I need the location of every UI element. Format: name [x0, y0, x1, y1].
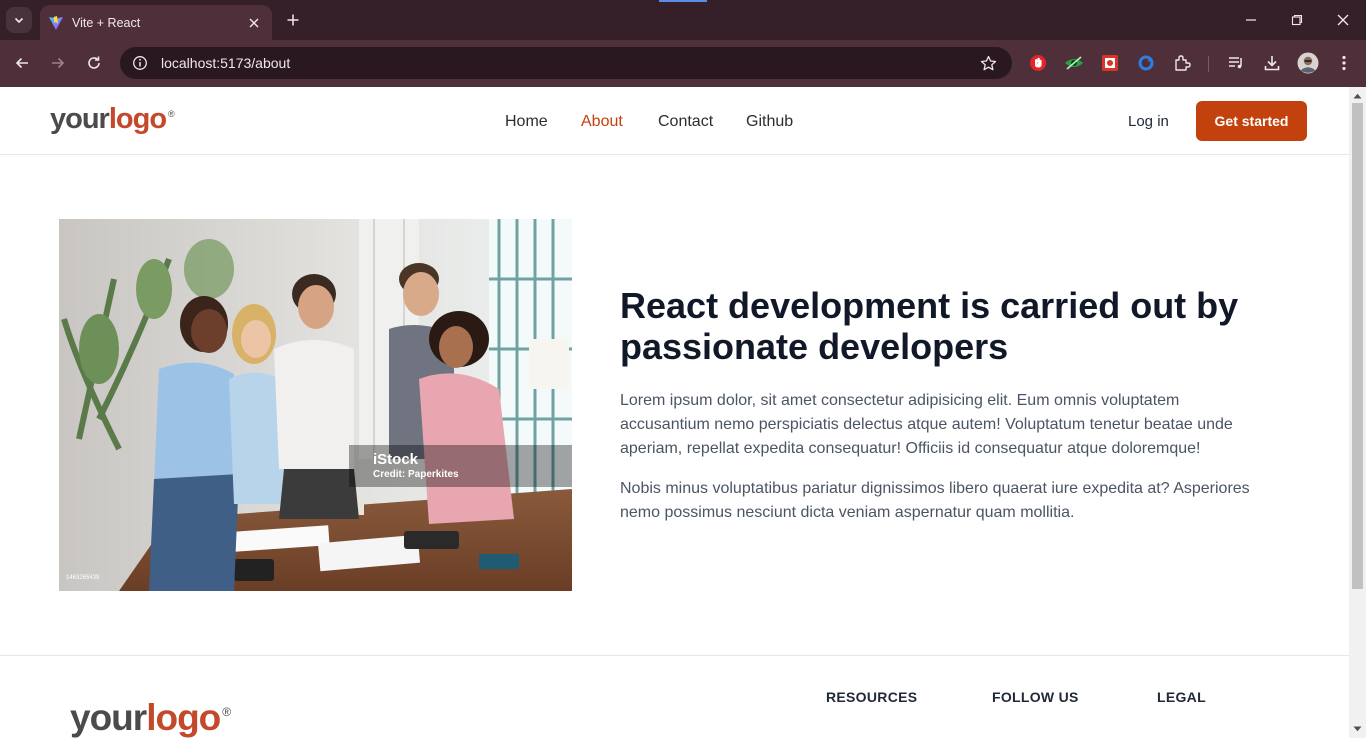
url-text[interactable]: localhost:5173/about [161, 55, 976, 71]
more-menu-icon[interactable] [1332, 51, 1356, 75]
site-info-icon[interactable] [132, 55, 148, 71]
footer-heading-legal: LEGAL [1157, 689, 1206, 705]
close-tab-icon[interactable] [246, 15, 262, 31]
logo-word-logo: logo [108, 103, 167, 135]
site-header: your logo ® Home About Contact Github Log … [0, 87, 1349, 155]
nav-contact[interactable]: Contact [658, 113, 713, 131]
scroll-down-arrow-icon[interactable] [1353, 724, 1362, 733]
logo-registered-mark: ® [168, 109, 175, 119]
media-queue-icon[interactable] [1224, 51, 1248, 75]
nav-github[interactable]: Github [746, 113, 793, 131]
browser-toolbar: localhost:5173/about [0, 40, 1366, 87]
about-paragraph-1: Lorem ipsum dolor, sit amet consectetur … [620, 392, 1233, 457]
sync-extension-icon[interactable] [1134, 51, 1158, 75]
restore-icon[interactable] [1285, 8, 1309, 32]
image-watermark: iStock [373, 451, 419, 468]
back-arrow-icon[interactable] [10, 51, 34, 75]
toolbar-separator [1208, 56, 1209, 72]
profile-avatar-icon[interactable] [1296, 51, 1320, 75]
logo-registered-mark: ® [222, 705, 232, 719]
vite-favicon-icon [49, 15, 63, 30]
tab-title: Vite + React [72, 15, 141, 30]
chevron-down-icon [14, 17, 24, 24]
header-logo[interactable]: your logo ® [50, 103, 175, 136]
minimize-icon[interactable] [1239, 8, 1263, 32]
extensions-puzzle-icon[interactable] [1170, 51, 1194, 75]
image-credit: Credit: Paperkites [373, 469, 459, 480]
scrollbar-thumb[interactable] [1352, 103, 1363, 589]
footer-heading-resources: RESOURCES [826, 689, 918, 705]
screenshot-extension-icon[interactable] [1098, 51, 1122, 75]
page-scrollbar[interactable] [1349, 87, 1366, 738]
logo-word-logo: logo [146, 697, 221, 738]
browser-tab[interactable]: Vite + React [40, 5, 272, 40]
get-started-button[interactable]: Get started [1196, 101, 1307, 141]
image-id: 1463265439 [66, 575, 100, 581]
logo-word-your: your [70, 697, 147, 738]
scroll-up-arrow-icon[interactable] [1353, 91, 1362, 100]
eye-extension-icon[interactable] [1062, 51, 1086, 75]
download-icon[interactable] [1260, 51, 1284, 75]
tab-search-button[interactable] [6, 7, 32, 33]
nav-home[interactable]: Home [505, 113, 548, 131]
about-paragraph-2: Nobis minus voluptatibus pariatur dignis… [620, 480, 1250, 521]
team-photo: iStock Credit: Paperkites 1463265439 [59, 219, 572, 591]
footer-heading-follow-us: FOLLOW US [992, 689, 1079, 705]
reload-icon[interactable] [82, 51, 106, 75]
about-headline: React development is carried out by pass… [620, 285, 1239, 367]
adblock-extension-icon[interactable] [1026, 51, 1050, 75]
new-tab-icon[interactable] [282, 9, 304, 31]
page-viewport: your logo ® Home About Contact Github Log … [0, 87, 1349, 738]
footer-logo[interactable]: your logo ® [70, 697, 231, 738]
nav-about[interactable]: About [581, 113, 623, 131]
tab-drag-indicator [659, 0, 707, 2]
login-link[interactable]: Log in [1128, 113, 1169, 130]
bookmark-star-icon[interactable] [976, 51, 1000, 75]
footer-divider [0, 655, 1349, 656]
browser-tab-strip: Vite + React [0, 0, 1366, 40]
forward-arrow-icon[interactable] [46, 51, 70, 75]
close-window-icon[interactable] [1331, 8, 1355, 32]
logo-word-your: your [50, 103, 110, 135]
address-bar[interactable]: localhost:5173/about [120, 47, 1012, 79]
